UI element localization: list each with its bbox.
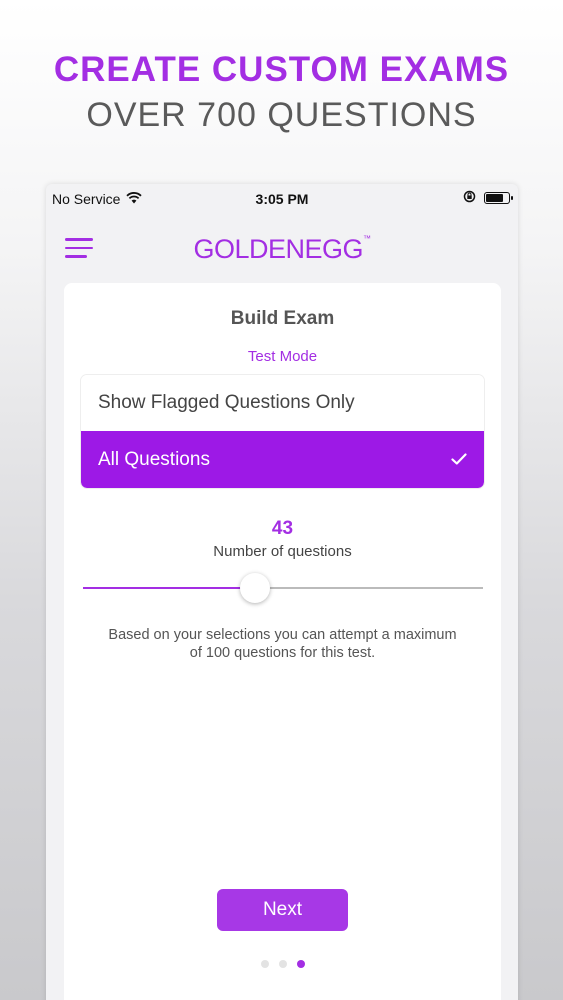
option-label: Show Flagged Questions Only — [98, 392, 355, 413]
build-exam-card: Build Exam Test Mode Show Flagged Questi… — [64, 283, 501, 1000]
page-indicator — [64, 960, 501, 968]
device-screen: No Service 3:05 PM GOLDENEGG™ Build Exam… — [46, 184, 518, 1000]
logo-text: GOLDENEGG — [193, 234, 364, 264]
battery-level — [486, 194, 503, 202]
page-dot[interactable] — [296, 960, 305, 968]
card-title: Build Exam — [230, 308, 335, 329]
status-bar: No Service 3:05 PM — [46, 184, 518, 214]
question-filter-list: Show Flagged Questions Only All Question… — [81, 375, 484, 488]
rotation-lock-icon — [463, 190, 476, 206]
question-count-value: 43 — [271, 518, 294, 539]
question-count-label: Number of questions — [213, 543, 352, 560]
logo-trademark: ™ — [363, 234, 371, 243]
slider-thumb[interactable] — [240, 573, 270, 603]
test-mode-label: Test Mode — [247, 348, 318, 365]
golden-egg-logo: GOLDENEGG™ — [46, 234, 518, 265]
status-right — [463, 190, 513, 206]
slider-fill — [83, 587, 255, 589]
option-all-questions[interactable]: All Questions — [81, 431, 484, 488]
page-dot[interactable] — [260, 960, 269, 968]
promo-title: CREATE CUSTOM EXAMS — [53, 50, 510, 89]
status-time: 3:05 PM — [255, 191, 309, 207]
option-flagged-questions[interactable]: Show Flagged Questions Only — [81, 375, 484, 431]
battery-icon — [484, 192, 513, 204]
promo-subtitle: OVER 700 QUESTIONS — [86, 96, 477, 134]
nav-bar: GOLDENEGG™ — [46, 228, 518, 272]
max-questions-info: Based on your selections you can attempt… — [108, 627, 457, 661]
next-button[interactable]: Next — [217, 889, 348, 931]
question-count-slider[interactable] — [83, 573, 483, 603]
checkmark-icon — [451, 449, 467, 471]
option-label: All Questions — [98, 448, 210, 470]
page-dot[interactable] — [278, 960, 287, 968]
